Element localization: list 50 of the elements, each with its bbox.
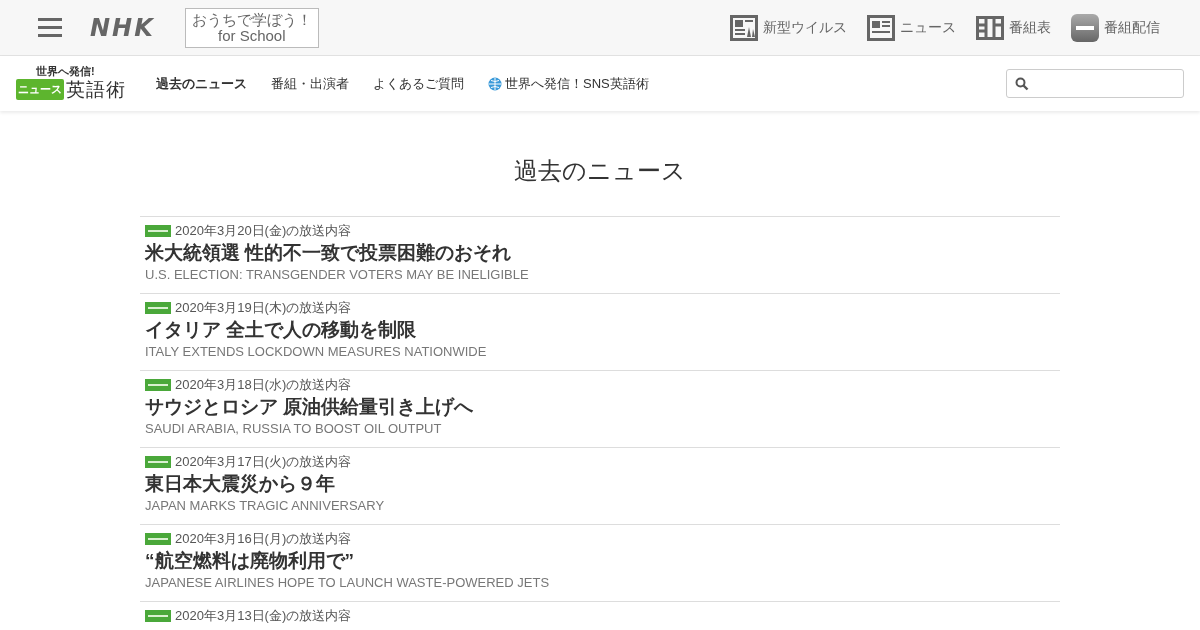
news-subtitle: JAPAN MARKS TRAGIC ANNIVERSARY <box>145 497 386 515</box>
header-link[interactable]: 番組表 <box>976 15 1051 40</box>
radio-badge-icon <box>145 533 171 545</box>
header-link[interactable]: ニュース <box>867 14 956 41</box>
news-subtitle: SAUDI ARABIA, RUSSIA TO BOOST OIL OUTPUT <box>145 420 443 438</box>
news-item[interactable]: 2020年3月19日(木)の放送内容 イタリア 全土で人の移動を制限 ITALY EXTENDS LOCKDOWN MEASURES NATIONWIDE <box>140 293 1060 370</box>
news-subtitle: ITALY EXTENDS LOCKDOWN MEASURES NATIONWIDE <box>145 343 488 361</box>
app-icon <box>1071 13 1099 42</box>
news-item[interactable]: 2020年3月16日(月)の放送内容 “航空燃料は廃物利用で” JAPANESE AIRLINES HOPE TO LAUNCH WASTE-POWERED JETS <box>140 524 1060 601</box>
newspaper-icon <box>867 14 895 41</box>
newspaper-icon <box>730 14 758 41</box>
news-title: イタリア 全土で人の移動を制限 <box>145 318 418 342</box>
news-item[interactable]: 2020年3月17日(火)の放送内容 東日本大震災から９年 JAPAN MARKS TRAGIC ANNIVERSARY <box>140 447 1060 524</box>
broadcast-date: 2020年3月20日(金)の放送内容 <box>175 223 352 239</box>
page-title: 過去のニュース <box>513 156 687 186</box>
news-title: 米大統領選 性的不一致で投票困難のおそれ <box>145 241 513 265</box>
logo-title: 英語術 <box>66 77 126 102</box>
broadcast-date: 2020年3月18日(水)の放送内容 <box>175 377 352 393</box>
search-icon <box>1015 76 1029 91</box>
nav-link[interactable]: 過去のニュース <box>156 74 247 93</box>
search-field[interactable] <box>1006 69 1184 98</box>
radio-badge-icon <box>145 225 171 237</box>
header-link[interactable]: 番組配信 <box>1071 13 1160 42</box>
news-title: サウジとロシア 原油供給量引き上げへ <box>145 395 475 419</box>
broadcast-date: 2020年3月19日(木)の放送内容 <box>175 300 352 316</box>
header-link[interactable]: 新型ウイルス <box>730 14 847 41</box>
grid-icon <box>976 15 1004 40</box>
news-item[interactable]: 2020年3月20日(金)の放送内容 米大統領選 性的不一致で投票困難のおそれ U.S. ELECTION: TRANSGENDER VOTERS MAY BE INELIGIBLE <box>140 216 1060 293</box>
globe-icon <box>488 76 502 91</box>
news-title: 東日本大震災から９年 <box>145 472 336 496</box>
radio-badge-icon <box>145 610 171 622</box>
news-subtitle: JAPANESE AIRLINES HOPE TO LAUNCH WASTE-POWERED JETS <box>145 574 551 592</box>
broadcast-date: 2020年3月13日(金)の放送内容 <box>175 608 352 624</box>
broadcast-date: 2020年3月17日(火)の放送内容 <box>175 454 352 470</box>
radio-badge-icon <box>145 302 171 314</box>
menu-icon[interactable] <box>38 18 62 37</box>
news-title: “航空燃料は廃物利用で” <box>145 549 355 573</box>
logo-badge: ニュース <box>16 79 64 100</box>
school-link[interactable]: おうちで学ぼう！ for School <box>184 7 319 48</box>
news-subtitle: U.S. ELECTION: TRANSGENDER VOTERS MAY BE INELIGIBLE <box>145 266 530 284</box>
nav-link[interactable]: よくあるご質問 <box>373 74 464 93</box>
radio-badge-icon <box>145 379 171 391</box>
nav-link[interactable]: 世界へ発信！SNS英語術 <box>488 74 649 93</box>
nav-link[interactable]: 番組・出演者 <box>271 74 349 93</box>
logo-tagline: 世界へ発信! <box>35 64 96 77</box>
news-item[interactable]: 2020年3月13日(金)の放送内容 <box>140 601 1060 630</box>
news-item[interactable]: 2020年3月18日(水)の放送内容 サウジとロシア 原油供給量引き上げへ SAUDI ARABIA, RUSSIA TO BOOST OIL OUTPUT <box>140 370 1060 447</box>
nhk-logo[interactable]: NHK <box>90 13 155 42</box>
radio-badge-icon <box>145 456 171 468</box>
broadcast-date: 2020年3月16日(月)の放送内容 <box>175 531 352 547</box>
